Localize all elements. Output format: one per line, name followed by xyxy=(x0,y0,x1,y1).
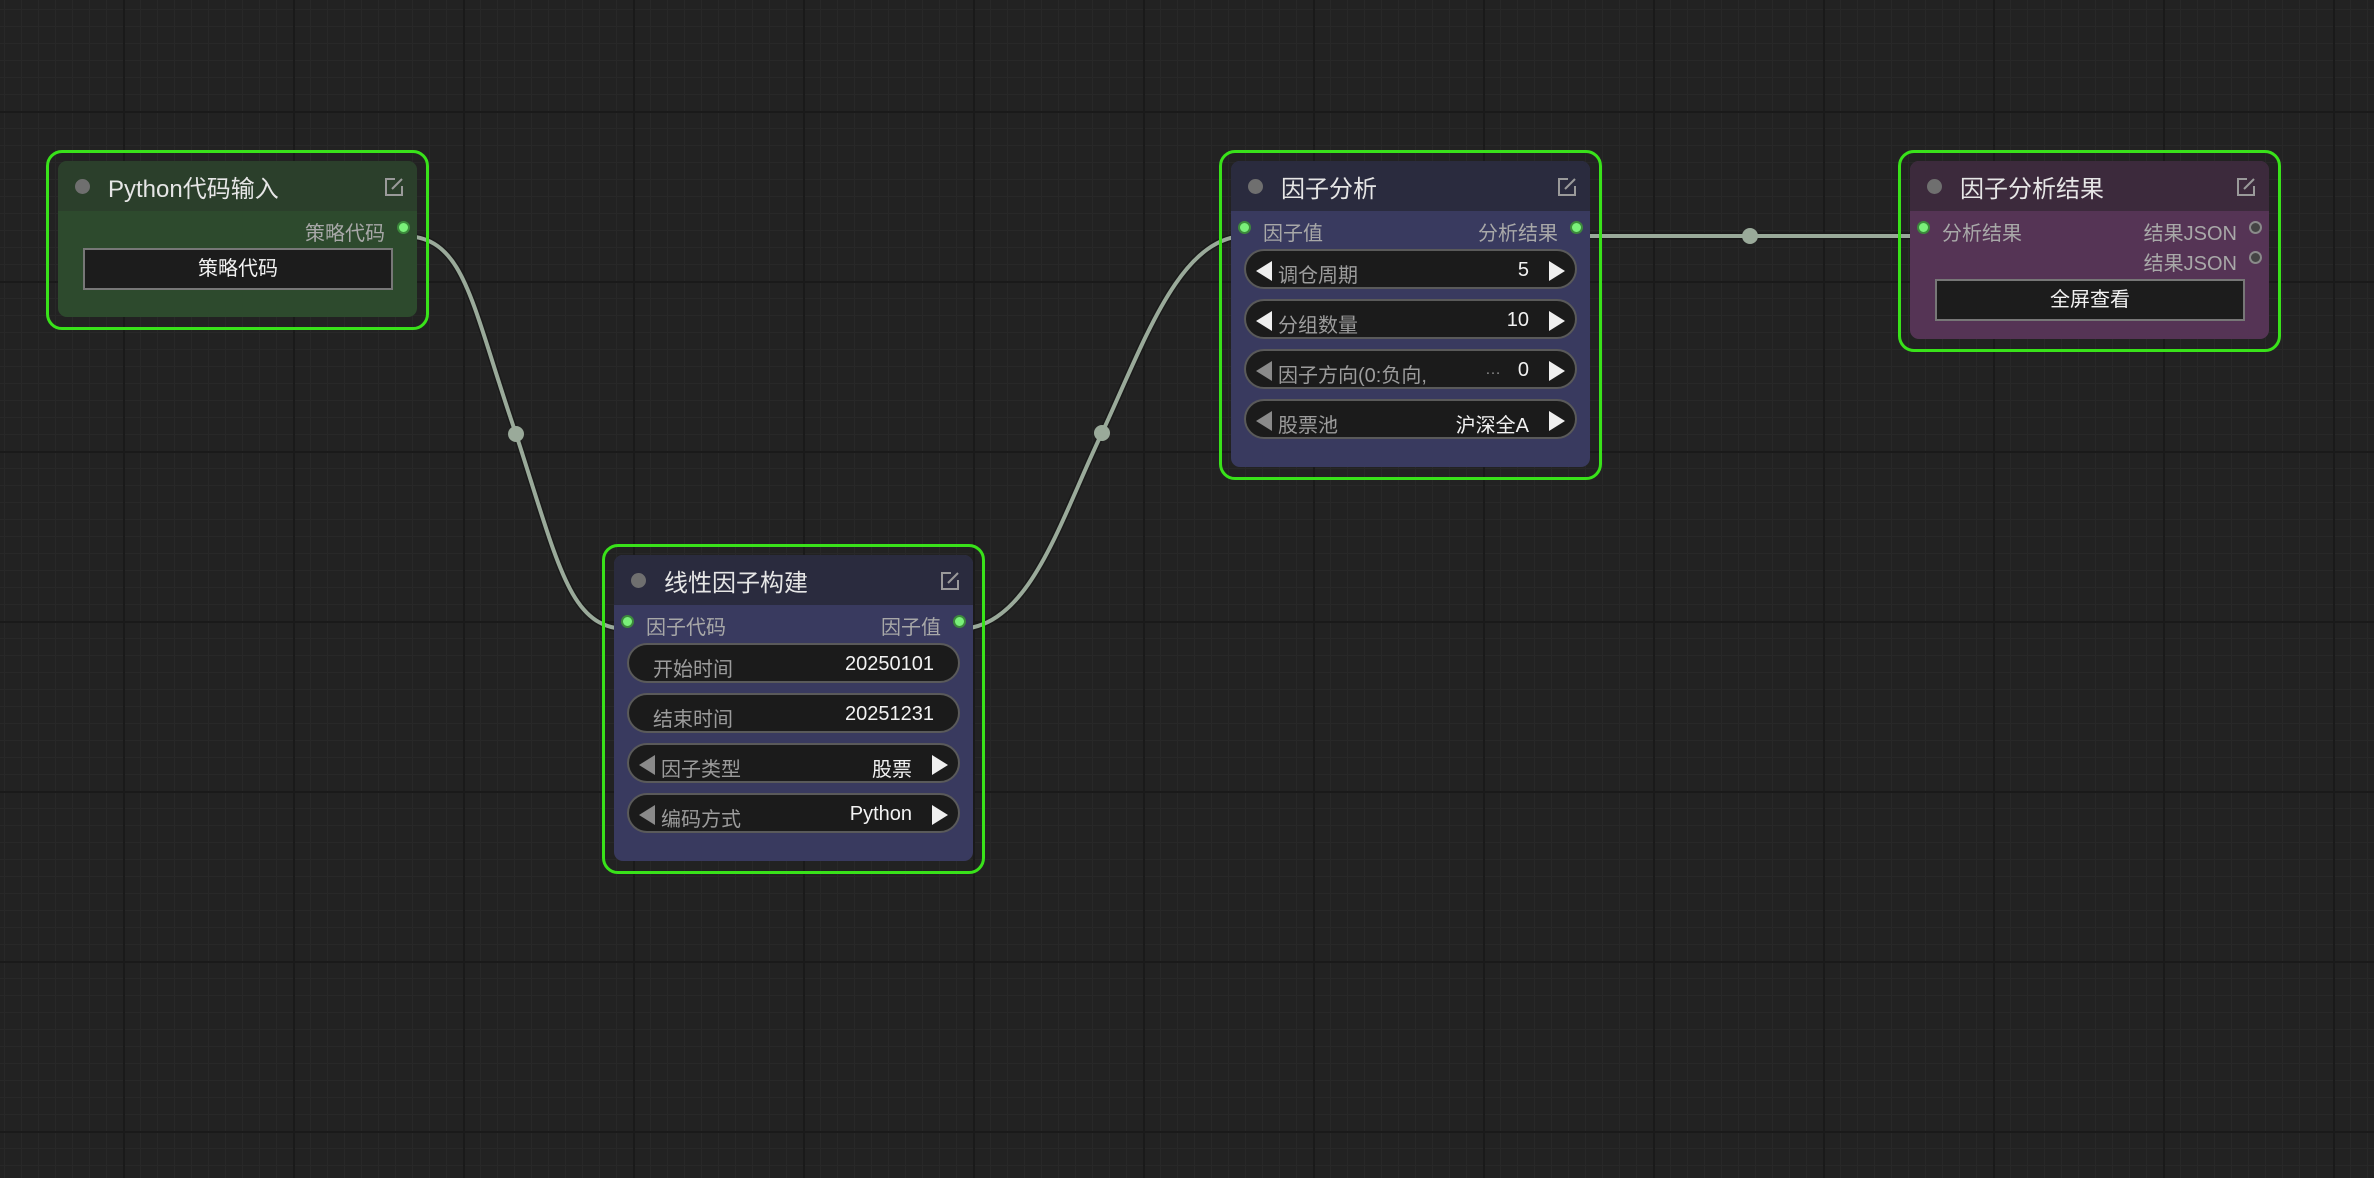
start-time-field[interactable]: 开始时间 20250101 xyxy=(627,643,960,683)
node-body: 因子分析结果 分析结果 结果JSON 结果JSON 全屏查看 xyxy=(1910,161,2269,339)
input-port[interactable] xyxy=(621,615,634,628)
widget-value: 10 xyxy=(1506,309,1529,331)
io-row: 结果JSON xyxy=(1910,245,2269,279)
arrow-left-icon[interactable] xyxy=(1256,261,1272,281)
node-body: 线性因子构建 因子代码 因子值 开始时间 20250101 结束时间 20251… xyxy=(614,555,973,861)
end-time-field[interactable]: 结束时间 20251231 xyxy=(627,693,960,733)
arrow-right-icon[interactable] xyxy=(1549,411,1565,431)
input-port[interactable] xyxy=(1917,221,1930,234)
node-header[interactable]: Python代码输入 xyxy=(58,161,417,211)
io-row: 因子值 分析结果 xyxy=(1231,211,1590,245)
arrow-right-icon[interactable] xyxy=(932,805,948,825)
node-header[interactable]: 因子分析 xyxy=(1231,161,1590,211)
node-title: 线性因子构建 xyxy=(664,569,808,597)
output-port[interactable] xyxy=(953,615,966,628)
node-body: 因子分析 因子值 分析结果 调仓周期 5 分组数量 10 因子方向(0:负向, … xyxy=(1231,161,1590,467)
output-label: 策略代码 xyxy=(305,223,385,245)
edit-icon[interactable] xyxy=(383,176,405,198)
arrow-left-icon[interactable] xyxy=(1256,361,1272,381)
link-midpoint[interactable] xyxy=(508,426,524,442)
link-midpoint[interactable] xyxy=(1742,228,1758,244)
arrow-left-icon[interactable] xyxy=(1256,411,1272,431)
arrow-right-icon[interactable] xyxy=(1549,261,1565,281)
widget-label: 分组数量 xyxy=(1278,315,1358,337)
output-label: 结果JSON xyxy=(2143,223,2237,245)
input-port[interactable] xyxy=(1238,221,1251,234)
input-label: 因子代码 xyxy=(646,617,726,639)
node-python-code-input[interactable]: Python代码输入 策略代码 策略代码 xyxy=(46,150,429,330)
input-label: 分析结果 xyxy=(1942,223,2022,245)
input-label: 因子值 xyxy=(1263,223,1323,245)
arrow-right-icon[interactable] xyxy=(932,755,948,775)
node-title: 因子分析结果 xyxy=(1960,175,2104,203)
node-header[interactable]: 线性因子构建 xyxy=(614,555,973,605)
node-linear-factor[interactable]: 线性因子构建 因子代码 因子值 开始时间 20250101 结束时间 20251… xyxy=(602,544,985,874)
node-collapse-dot[interactable] xyxy=(1927,178,1942,194)
node-analysis-result[interactable]: 因子分析结果 分析结果 结果JSON 结果JSON 全屏查看 xyxy=(1898,150,2281,352)
widget-value: 5 xyxy=(1517,259,1529,281)
node-collapse-dot[interactable] xyxy=(1248,178,1263,194)
output-label: 分析结果 xyxy=(1478,223,1558,245)
arrow-left-icon[interactable] xyxy=(639,755,655,775)
node-factor-analysis[interactable]: 因子分析 因子值 分析结果 调仓周期 5 分组数量 10 因子方向(0:负向, … xyxy=(1219,150,1602,480)
arrow-left-icon[interactable] xyxy=(639,805,655,825)
widget-label: 编码方式 xyxy=(661,809,741,831)
output-port[interactable] xyxy=(397,221,410,234)
widget-label: 结束时间 xyxy=(653,709,733,731)
stock-pool-combo[interactable]: 股票池 沪深全A xyxy=(1244,399,1577,439)
link-midpoint[interactable] xyxy=(1094,425,1110,441)
node-collapse-dot[interactable] xyxy=(75,178,90,194)
edit-icon[interactable] xyxy=(939,570,961,592)
arrow-left-icon[interactable] xyxy=(1256,311,1272,331)
output-port[interactable] xyxy=(2249,251,2262,264)
io-row: 策略代码 xyxy=(58,211,417,245)
rebalance-period-stepper[interactable]: 调仓周期 5 xyxy=(1244,249,1577,289)
node-header[interactable]: 因子分析结果 xyxy=(1910,161,2269,211)
io-row: 分析结果 结果JSON xyxy=(1910,211,2269,245)
widget-value: Python xyxy=(849,803,912,825)
arrow-right-icon[interactable] xyxy=(1549,361,1565,381)
strategy-code-button[interactable]: 策略代码 xyxy=(83,248,393,290)
ellipsis-icon: … xyxy=(1485,361,1501,378)
io-row: 因子代码 因子值 xyxy=(614,605,973,639)
widget-label: 因子方向(0:负向, xyxy=(1278,365,1427,387)
widget-value: 20250101 xyxy=(845,653,934,675)
node-title: Python代码输入 xyxy=(108,175,279,203)
widget-label: 调仓周期 xyxy=(1278,265,1358,287)
node-body: Python代码输入 策略代码 策略代码 xyxy=(58,161,417,317)
group-count-stepper[interactable]: 分组数量 10 xyxy=(1244,299,1577,339)
edit-icon[interactable] xyxy=(2235,176,2257,198)
output-port[interactable] xyxy=(1570,221,1583,234)
factor-direction-stepper[interactable]: 因子方向(0:负向, … 0 xyxy=(1244,349,1577,389)
output-label: 结果JSON xyxy=(2143,253,2237,275)
widget-value: 股票 xyxy=(872,759,912,781)
widget-value: 沪深全A xyxy=(1455,415,1529,437)
output-label: 因子值 xyxy=(881,617,941,639)
node-collapse-dot[interactable] xyxy=(631,572,646,588)
widget-label: 因子类型 xyxy=(661,759,741,781)
widget-value: 20251231 xyxy=(845,703,934,725)
factor-type-combo[interactable]: 因子类型 股票 xyxy=(627,743,960,783)
encoding-combo[interactable]: 编码方式 Python xyxy=(627,793,960,833)
edit-icon[interactable] xyxy=(1556,176,1578,198)
widget-value: 0 xyxy=(1517,359,1529,381)
output-port[interactable] xyxy=(2249,221,2262,234)
fullscreen-view-button[interactable]: 全屏查看 xyxy=(1935,279,2245,321)
node-title: 因子分析 xyxy=(1281,175,1377,203)
widget-label: 股票池 xyxy=(1278,415,1338,437)
widget-label: 开始时间 xyxy=(653,659,733,681)
arrow-right-icon[interactable] xyxy=(1549,311,1565,331)
